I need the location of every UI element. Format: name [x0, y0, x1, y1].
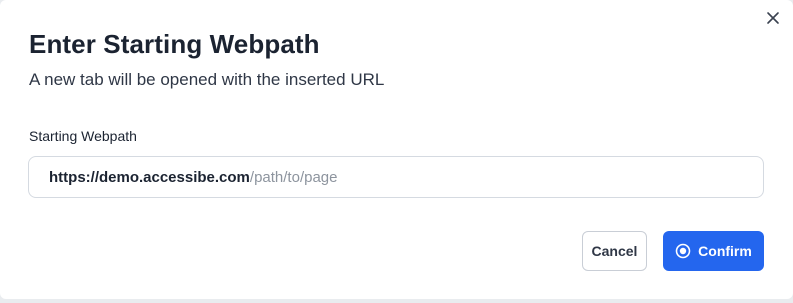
- cancel-button[interactable]: Cancel: [582, 231, 647, 271]
- confirm-button[interactable]: Confirm: [663, 231, 764, 271]
- dialog-title: Enter Starting Webpath: [29, 29, 320, 59]
- starting-webpath-input[interactable]: https://demo.accessibe.com/path/to/page: [28, 156, 764, 198]
- radio-target-icon: [675, 243, 691, 259]
- confirm-button-label: Confirm: [698, 243, 752, 259]
- starting-webpath-label: Starting Webpath: [29, 128, 137, 144]
- close-icon[interactable]: [766, 11, 780, 25]
- url-path-placeholder[interactable]: /path/to/page: [250, 169, 338, 186]
- dialog-subtitle: A new tab will be opened with the insert…: [29, 70, 385, 89]
- starting-webpath-dialog: Enter Starting Webpath A new tab will be…: [0, 0, 793, 299]
- url-base-text: https://demo.accessibe.com: [49, 168, 250, 186]
